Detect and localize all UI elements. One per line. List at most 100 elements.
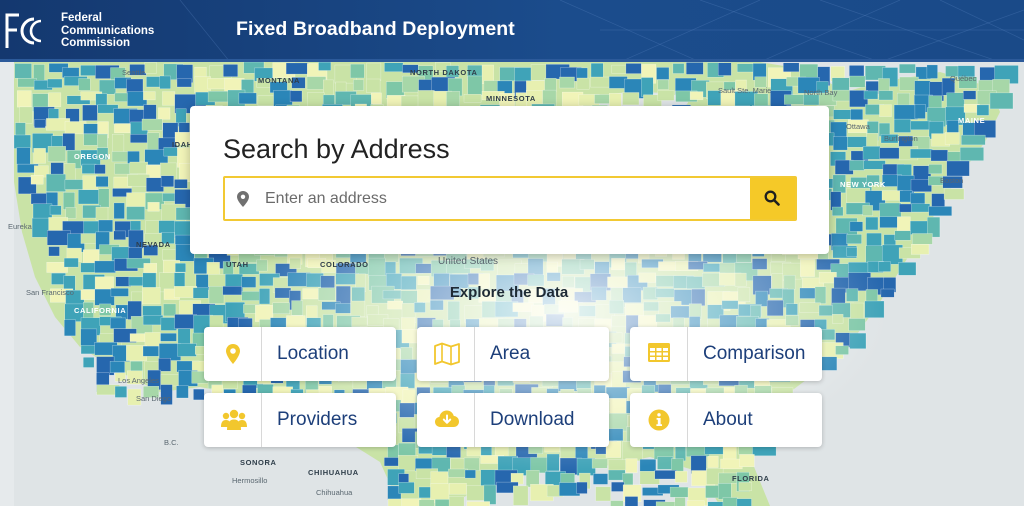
county-tile [707,455,719,468]
county-tile [158,220,175,234]
county-tile [62,67,80,78]
county-tile [641,77,654,97]
county-tile [64,121,87,135]
county-tile [898,262,917,276]
county-tile [111,134,125,154]
county-tile [16,147,31,165]
map-label-united-states: United States [438,256,499,267]
tile-providers[interactable]: Providers [204,393,396,447]
map-label-sault: Sault Ste. Marie [718,86,772,95]
county-tile [33,148,46,164]
county-tile [176,385,189,399]
county-tile [863,90,879,100]
county-tile [686,62,704,75]
county-tile [624,496,639,506]
county-tile [449,483,467,495]
county-tile [129,161,148,175]
county-tile [912,233,933,245]
county-tile [158,358,172,372]
county-tile [160,175,175,188]
county-tile [657,79,669,90]
county-tile [17,78,37,88]
county-tile [784,94,806,105]
county-tile [669,486,689,498]
county-tile [159,75,171,90]
county-tile [141,118,163,131]
county-tile [559,76,575,89]
map-label-sonora: SONORA [240,458,277,467]
county-tile [144,62,157,74]
county-tile [863,160,886,170]
county-tile [897,216,911,233]
county-tile [130,134,150,144]
county-tile [98,219,113,233]
map-label-eureka: Eureka [8,222,32,231]
county-tile [783,62,800,73]
map-label-san-diego: San Diego [136,394,172,403]
fcc-logo-icon[interactable] [4,12,48,50]
county-tile [223,64,239,77]
address-search-input[interactable] [265,178,745,219]
search-button[interactable] [750,178,795,219]
county-tile [63,257,79,268]
county-tile [174,234,192,246]
county-tile [976,104,990,116]
county-tile [126,206,145,220]
tile-comparison[interactable]: Comparison [630,327,822,381]
county-tile [47,230,71,246]
tile-comparison-label: Comparison [703,343,806,364]
tile-area-icon-wrap [417,327,475,381]
county-tile [595,486,611,502]
magnifier-icon [764,190,780,206]
map-label-new-york: NEW YORK [840,180,886,189]
county-tile [899,63,916,74]
county-tile [849,160,865,171]
county-tile [610,500,624,506]
county-tile [113,202,125,219]
agency-name[interactable]: Federal Communications Commission [61,12,154,50]
county-tile [611,481,625,492]
county-tile [95,176,109,188]
county-tile [398,473,409,484]
county-tile [97,134,108,149]
county-tile [387,498,403,506]
county-tile [849,65,865,78]
tile-providers-label: Providers [277,409,358,430]
county-tile [285,62,309,75]
county-tile [946,160,970,177]
folded-map-icon [434,342,460,366]
map-label-montana: MONTANA [258,76,300,85]
county-tile [17,90,32,108]
tile-area[interactable]: Area [417,327,609,381]
county-tile [672,63,685,74]
tile-download[interactable]: Download [417,393,609,447]
county-tile [464,469,476,479]
county-tile [430,471,449,484]
county-tile [849,75,866,88]
county-tile [114,123,131,134]
county-tile [926,64,938,79]
county-tile [176,78,192,88]
map-pin-icon [237,191,249,207]
county-tile [126,192,149,209]
app-title[interactable]: Fixed Broadband Deployment [236,18,515,41]
county-tile [833,136,848,151]
tile-about[interactable]: About [630,393,822,447]
county-tile [865,216,879,231]
explore-title: Explore the Data [449,284,569,301]
search-box[interactable] [223,176,797,221]
map-label-bc: B.C. [164,438,179,447]
county-tile [113,230,126,240]
county-tile [114,386,128,398]
county-tile [64,179,84,190]
tile-about-icon-wrap [630,393,688,447]
county-tile [94,164,106,174]
county-tile [654,470,678,480]
county-tile [622,92,640,106]
county-tile [174,179,188,189]
info-icon [648,409,670,431]
map-label-los-angeles: Los Angeles [118,376,159,385]
county-tile [463,94,482,103]
county-tile [879,104,892,117]
tile-location[interactable]: Location [204,327,396,381]
